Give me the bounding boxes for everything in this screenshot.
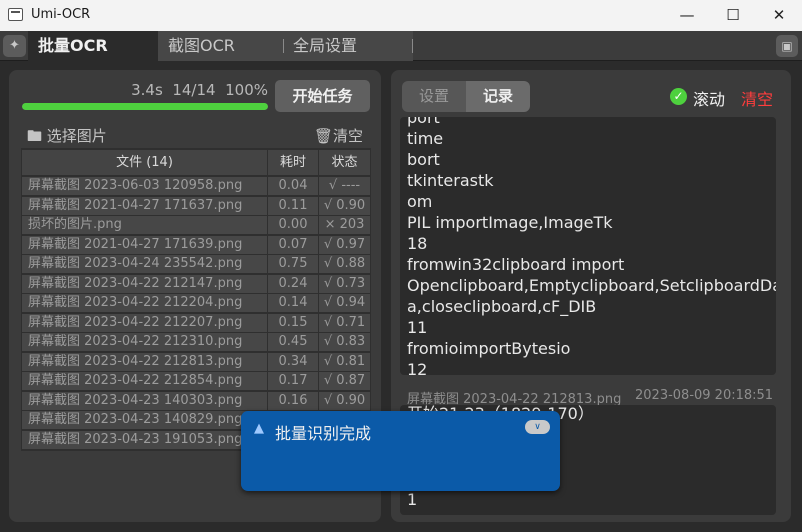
- check-icon: ✓: [673, 89, 684, 103]
- result-line: 18: [407, 234, 428, 253]
- result-line: 1: [407, 490, 418, 509]
- clear-history-button[interactable]: 清空: [741, 86, 773, 110]
- result-line: Openclipboard,Emptyclipboard,Setclipboar…: [407, 276, 776, 295]
- row-time: 0.24: [268, 274, 318, 293]
- row-state: √ ----: [319, 177, 370, 195]
- row-state: √ 0.71: [319, 313, 370, 332]
- result-line: 12: [407, 360, 428, 375]
- row-file-name: 屏幕截图 2021-04-27 171637.png: [22, 196, 267, 215]
- lock-button[interactable]: ▣: [776, 35, 798, 57]
- window-title: Umi-OCR: [31, 7, 91, 22]
- row-file-name: 屏幕截图 2023-04-22 212207.png: [22, 313, 267, 332]
- row-time: 0.16: [268, 391, 318, 410]
- progress-bar: [22, 103, 268, 110]
- row-file-name: 屏幕截图 2023-04-23 140829.png: [22, 411, 267, 429]
- result-line: fromioimportBytesio: [407, 339, 571, 358]
- tab-batch-ocr[interactable]: 批量OCR: [28, 31, 158, 61]
- row-time: 0.17: [268, 372, 318, 390]
- row-file-name: 屏幕截图 2023-04-22 212310.png: [22, 333, 267, 351]
- result-line: time: [407, 129, 444, 148]
- pin-icon: ✦: [9, 38, 20, 53]
- row-file-name: 屏幕截图 2021-04-27 171639.png: [22, 235, 267, 254]
- column-header-time[interactable]: 耗时: [268, 150, 318, 175]
- bell-icon: ▲: [254, 421, 264, 436]
- row-time: 0.45: [268, 333, 318, 351]
- row-state: √ 0.97: [319, 235, 370, 254]
- row-time: 0.75: [268, 255, 318, 273]
- row-state: √ 0.94: [319, 294, 370, 312]
- row-state: √ 0.73: [319, 274, 370, 293]
- scroll-checkbox[interactable]: ✓: [670, 88, 687, 105]
- minimize-button[interactable]: —: [664, 0, 710, 31]
- segment-settings[interactable]: 设置: [402, 81, 466, 112]
- row-time: 0.34: [268, 352, 318, 371]
- ocr-result-text[interactable]: port time bort tkinterastk om PIL importImage…: [400, 117, 776, 375]
- trash-icon: 🗑: [314, 127, 334, 145]
- progress-status: 3.4s 14/14 100%: [110, 81, 268, 99]
- row-file-name: 屏幕截图 2023-04-22 212854.png: [22, 372, 267, 390]
- row-state: √ 0.90: [319, 391, 370, 410]
- row-time: 0.07: [268, 235, 318, 254]
- scroll-label[interactable]: 滚动: [693, 86, 725, 110]
- app-window-icon: [8, 8, 23, 21]
- row-state: √ 0.88: [319, 255, 370, 273]
- close-icon: ✕: [772, 6, 786, 24]
- row-file-name: 屏幕截图 2023-04-23 140303.png: [22, 391, 267, 410]
- row-time: 0.00: [268, 216, 318, 234]
- result-line: port: [407, 117, 440, 127]
- result-line: fromwin32clipboard import: [407, 255, 625, 274]
- pin-button[interactable]: ✦: [3, 35, 26, 57]
- select-images-label: 选择图片: [46, 127, 107, 145]
- tab-divider: [283, 39, 284, 53]
- row-file-name: 损坏的图片.png: [22, 216, 267, 234]
- row-file-name: 屏幕截图 2023-04-23 191053.png: [22, 430, 267, 449]
- segment-history[interactable]: 记录: [466, 81, 530, 112]
- tab-screenshot-ocr[interactable]: 截图OCR: [158, 31, 283, 61]
- minimize-icon: —: [679, 6, 695, 24]
- chevron-down-icon[interactable]: ∨: [525, 420, 550, 434]
- progress-bar-fill: [22, 103, 268, 110]
- row-file-name: 屏幕截图 2023-04-22 212813.png: [22, 352, 267, 371]
- tab-divider: [412, 39, 413, 53]
- notification-toast[interactable]: ▲ 批量识别完成 ∨: [241, 411, 560, 491]
- task-count: 14/14: [172, 81, 216, 99]
- row-time: 0.04: [268, 177, 318, 195]
- row-state: √ 0.90: [319, 196, 370, 215]
- result-line: 11: [407, 318, 428, 337]
- row-file-name: 屏幕截图 2023-06-03 120958.png: [22, 177, 267, 195]
- elapsed-time: 3.4s: [131, 81, 163, 99]
- start-task-button[interactable]: 开始任务: [275, 80, 370, 112]
- row-time: 0.15: [268, 313, 318, 332]
- toast-title: 批量识别完成: [275, 424, 372, 443]
- row-state: √ 0.87: [319, 372, 370, 390]
- lock-icon: ▣: [781, 39, 793, 53]
- row-state: √ 0.83: [319, 333, 370, 351]
- row-state: √ 0.81: [319, 352, 370, 371]
- clear-files-label: 清空: [333, 127, 364, 145]
- maximize-icon: ☐: [726, 6, 740, 24]
- result-line: bort: [407, 150, 440, 169]
- row-file-name: 屏幕截图 2023-04-22 212147.png: [22, 274, 267, 293]
- result-line: a,closeclipboard,cF_DIB: [407, 297, 597, 316]
- clear-files-button[interactable]: 🗑清空: [314, 125, 363, 146]
- close-button[interactable]: ✕: [756, 0, 802, 31]
- row-file-name: 屏幕截图 2023-04-22 212204.png: [22, 294, 267, 312]
- tab-global-settings[interactable]: 全局设置: [283, 31, 413, 61]
- row-state: × 203: [319, 216, 370, 234]
- row-time: 0.11: [268, 196, 318, 215]
- maximize-button[interactable]: ☐: [710, 0, 756, 31]
- column-header-file[interactable]: 文件 (14): [22, 150, 267, 175]
- result-line: om: [407, 192, 433, 211]
- column-header-state[interactable]: 状态: [319, 150, 370, 175]
- record-timestamp: 2023-08-09 20:18:51: [635, 388, 774, 403]
- row-time: 0.14: [268, 294, 318, 312]
- row-file-name: 屏幕截图 2023-04-24 235542.png: [22, 255, 267, 273]
- result-line: tkinterastk: [407, 171, 494, 190]
- progress-percent: 100%: [225, 81, 268, 99]
- result-line: PIL importImage,ImageTk: [407, 213, 613, 232]
- folder-icon: 🖿: [27, 127, 43, 145]
